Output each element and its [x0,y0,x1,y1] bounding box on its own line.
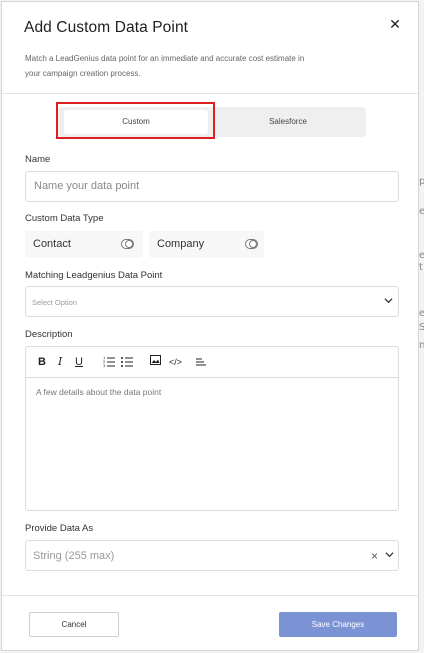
image-icon[interactable] [150,355,161,369]
align-icon[interactable] [196,355,206,369]
matching-data-point-select[interactable]: Select Option [25,286,399,317]
description-placeholder: A few details about the data point [36,387,162,397]
underline-button[interactable]: U [75,355,83,369]
matching-data-point-label: Matching Leadgenius Data Point [25,270,163,281]
close-icon[interactable]: ✕ [387,16,403,32]
background-text: n [419,340,424,351]
bullet-list-icon[interactable] [121,355,133,369]
svg-text:3: 3 [103,364,105,367]
provide-data-as-select[interactable]: String (255 max) × [25,540,399,571]
select-placeholder: Select Option [32,298,78,307]
contact-option-label: Contact [33,238,71,250]
modal-header: Add Custom Data Point ✕ Match a LeadGeni… [2,2,418,94]
contact-option[interactable]: Contact [25,231,143,258]
background-text: t [419,262,423,273]
tab-custom[interactable]: Custom [64,110,208,134]
background-text: e [419,250,424,261]
toggle-icon[interactable] [121,239,134,249]
company-option-label: Company [157,238,205,250]
source-tabs: Custom Salesforce [58,107,366,137]
provide-data-as-label: Provide Data As [25,523,94,534]
chevron-down-icon [384,298,393,304]
code-icon[interactable]: </> [169,355,182,369]
italic-button[interactable]: I [58,355,62,369]
ordered-list-icon[interactable]: 123 [103,355,115,369]
background-text: S [419,322,424,333]
footer-divider [2,595,418,596]
bold-button[interactable]: B [38,355,46,369]
save-changes-button[interactable]: Save Changes [279,612,397,637]
background-text: e [419,308,424,319]
name-label: Name [25,154,51,165]
editor-toolbar: B I U 123 </> [26,347,398,378]
tab-salesforce[interactable]: Salesforce [214,107,362,137]
background-text: p [419,176,424,187]
add-custom-data-point-modal: Add Custom Data Point ✕ Match a LeadGeni… [1,1,419,651]
provide-data-as-value: String (255 max) [33,550,115,562]
modal-subtitle: Match a LeadGenius data point for an imm… [25,54,305,78]
clear-icon[interactable]: × [371,549,378,563]
company-option[interactable]: Company [149,231,264,258]
description-editor[interactable]: B I U 123 </> A few details about the da… [25,346,399,511]
background-text: e [419,206,424,217]
custom-data-type-label: Custom Data Type [25,213,104,224]
cancel-button[interactable]: Cancel [29,612,119,637]
modal-title: Add Custom Data Point [24,19,189,36]
toggle-icon[interactable] [245,239,258,249]
name-input[interactable]: Name your data point [25,171,399,202]
description-label: Description [25,329,73,340]
chevron-down-icon[interactable] [385,550,394,559]
